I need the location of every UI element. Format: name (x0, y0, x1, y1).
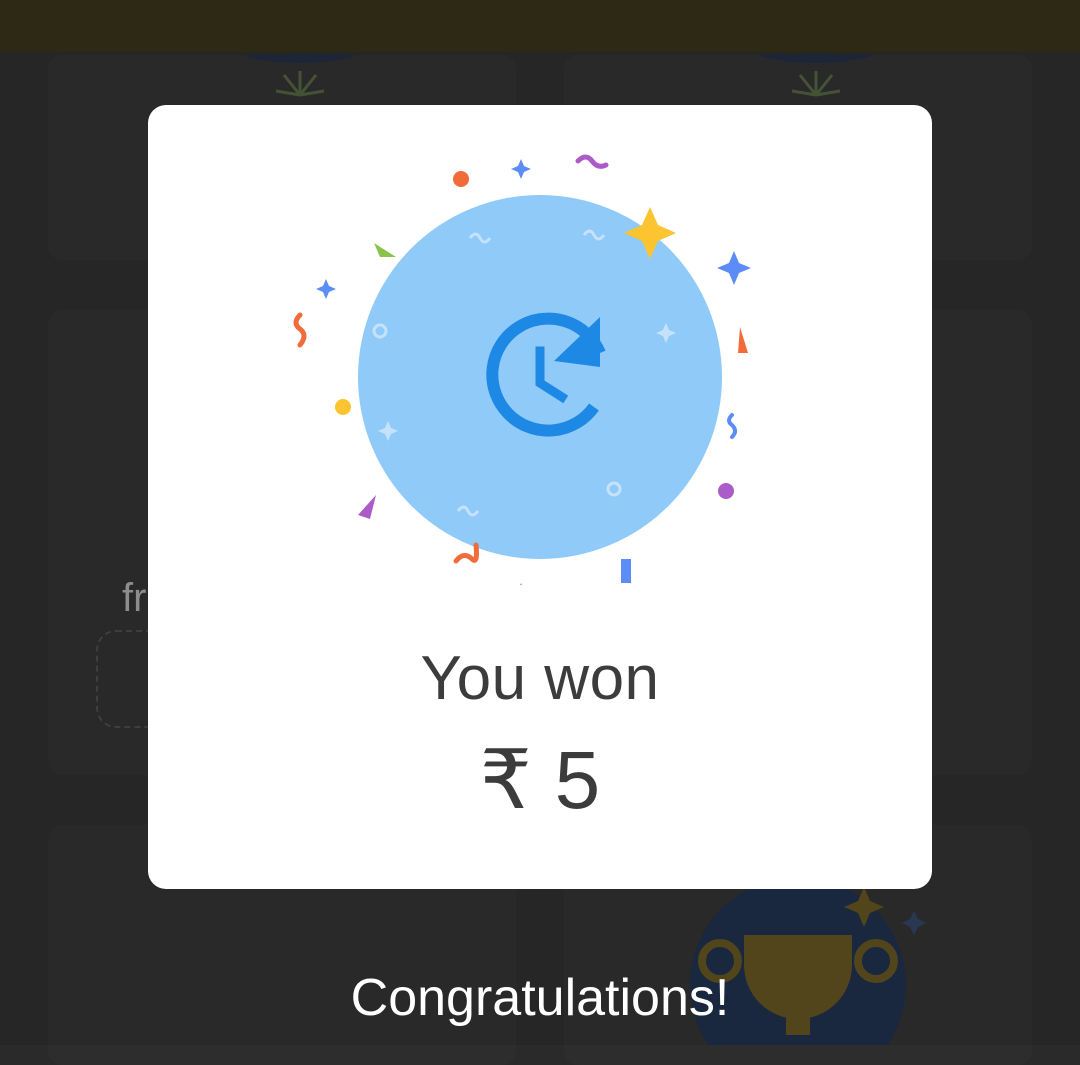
congratulations-text: Congratulations! (350, 969, 730, 1027)
won-label: You won (420, 644, 660, 713)
reward-dialog: You won ₹ 5 (148, 105, 932, 889)
reward-amount: ₹ 5 (479, 735, 601, 826)
status-bar (0, 0, 1080, 52)
reward-illustration (293, 154, 751, 585)
